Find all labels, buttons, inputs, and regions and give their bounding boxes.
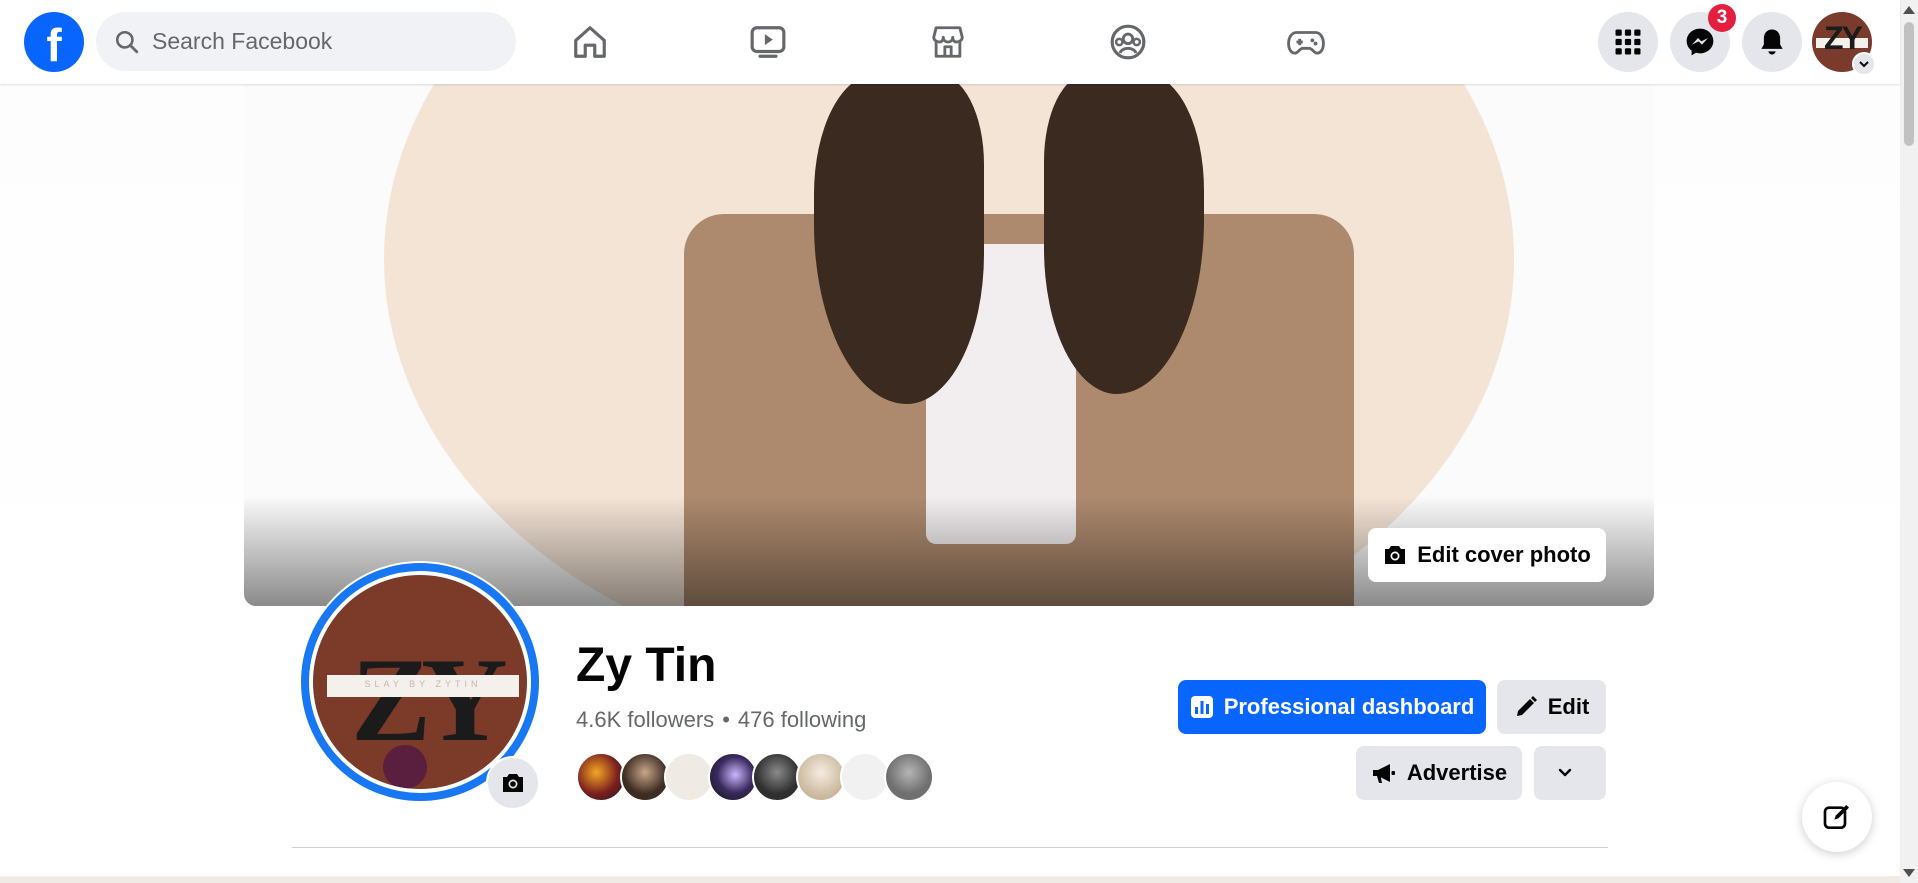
- page-bottom-strip: [0, 876, 1900, 883]
- follower-avatar[interactable]: [664, 752, 714, 802]
- compose-icon: [1823, 805, 1849, 829]
- profile-stats: 4.6K followers • 476 following: [576, 707, 866, 733]
- facebook-logo-letter: f: [46, 19, 62, 71]
- follower-avatar[interactable]: [576, 752, 626, 802]
- chevron-down-icon: [1859, 61, 1869, 68]
- video-icon[interactable]: [746, 20, 790, 64]
- menu-grid-button[interactable]: [1598, 12, 1658, 72]
- edit-cover-photo-button[interactable]: Edit cover photo: [1368, 528, 1606, 582]
- stats-separator: •: [722, 707, 730, 732]
- follower-avatar[interactable]: [752, 752, 802, 802]
- scroll-up-arrow[interactable]: [1903, 6, 1915, 14]
- profile-divider: [292, 847, 1608, 848]
- bell-icon: [1761, 29, 1783, 55]
- professional-mode-icon: [383, 745, 427, 789]
- facebook-logo[interactable]: f: [24, 12, 84, 72]
- grid-icon: [1615, 29, 1641, 55]
- avatar-mini-logo: ZY: [1824, 20, 1863, 56]
- more-options-button[interactable]: [1534, 746, 1606, 800]
- home-icon[interactable]: [568, 20, 612, 64]
- follower-avatar[interactable]: [884, 752, 934, 802]
- follower-avatar[interactable]: [620, 752, 670, 802]
- top-navigation-bar: f 3 ZY: [0, 0, 1900, 84]
- chart-icon: [1190, 696, 1213, 718]
- megaphone-icon: [1372, 764, 1395, 783]
- page-scrollbar[interactable]: [1900, 0, 1918, 883]
- notifications-button[interactable]: [1742, 12, 1802, 72]
- new-message-button[interactable]: [1802, 782, 1872, 852]
- professional-dashboard-label: Professional dashboard: [1223, 694, 1475, 719]
- account-menu-chevron[interactable]: [1852, 52, 1876, 76]
- advertise-button[interactable]: Advertise: [1356, 746, 1522, 800]
- professional-dashboard-button[interactable]: Professional dashboard: [1178, 680, 1486, 734]
- profile-logo-subtext: SLAY BY ZYTIN: [364, 679, 482, 689]
- camera-icon: [503, 774, 523, 792]
- pencil-icon: [1516, 696, 1537, 716]
- follower-avatar[interactable]: [796, 752, 846, 802]
- gaming-icon[interactable]: [1284, 20, 1328, 64]
- search-icon: [115, 30, 139, 53]
- search-input[interactable]: [150, 27, 484, 56]
- marketplace-icon[interactable]: [926, 20, 970, 64]
- edit-profile-button[interactable]: Edit: [1497, 680, 1606, 734]
- follower-avatars: [576, 752, 934, 802]
- messenger-badge: 3: [1708, 4, 1736, 32]
- followers-link[interactable]: 4.6K followers: [576, 707, 714, 732]
- groups-icon[interactable]: [1106, 20, 1150, 64]
- edit-cover-photo-label: Edit cover photo: [1417, 542, 1591, 567]
- update-profile-picture-button[interactable]: [486, 756, 540, 810]
- messenger-button[interactable]: 3: [1670, 4, 1736, 72]
- messenger-icon: [1686, 28, 1714, 56]
- profile-name: Zy Tin: [576, 639, 717, 692]
- advertise-label: Advertise: [1406, 760, 1508, 785]
- following-link[interactable]: 476 following: [738, 707, 866, 732]
- follower-avatar[interactable]: [840, 752, 890, 802]
- search-box[interactable]: [96, 12, 516, 71]
- camera-icon: [1385, 546, 1406, 564]
- scroll-down-arrow[interactable]: [1903, 869, 1915, 877]
- profile-logo-letters: ZY: [351, 633, 508, 766]
- scrollbar-thumb[interactable]: [1904, 22, 1914, 146]
- follower-avatar[interactable]: [708, 752, 758, 802]
- chevron-down-icon: [1558, 768, 1572, 777]
- edit-profile-label: Edit: [1547, 694, 1590, 719]
